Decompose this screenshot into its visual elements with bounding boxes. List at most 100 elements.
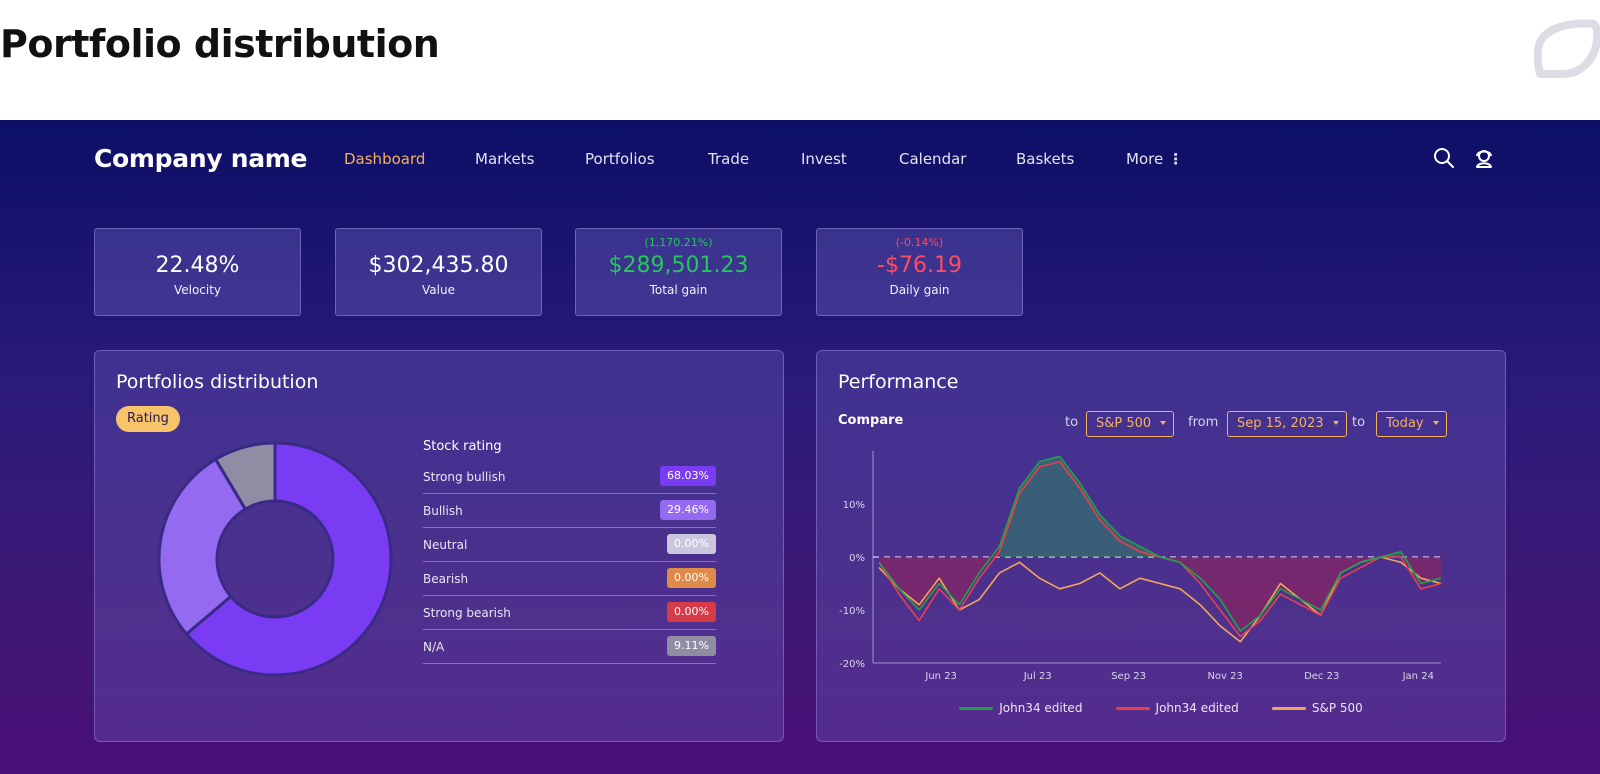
- legend-item[interactable]: John34 edited: [1115, 701, 1239, 715]
- rating-row-na: N/A 9.11%: [423, 630, 716, 664]
- rating-label: Strong bearish: [423, 606, 511, 620]
- caret-down-icon: [1332, 421, 1339, 425]
- legend-item[interactable]: John34 edited: [959, 701, 1082, 715]
- rating-label: Neutral: [423, 538, 468, 552]
- y-tick-label: 10%: [843, 500, 865, 511]
- x-tick-label: Jul 23: [1023, 671, 1052, 682]
- stat-card-velocity: 22.48% Velocity: [94, 228, 301, 316]
- search-icon[interactable]: [1432, 146, 1456, 170]
- nav-item-trade[interactable]: Trade: [708, 150, 749, 168]
- to-date-value: Today: [1386, 416, 1424, 431]
- stat-card-total-gain: (1,170.21%) $289,501.23 Total gain: [575, 228, 782, 316]
- user-support-icon[interactable]: [1472, 146, 1496, 170]
- legend-swatch: [1271, 707, 1306, 710]
- performance-line-chart: 10% 0% -10% -20% Jun 23 Jul 23 Sep 23 Nov 23 Dec…: [839, 451, 1442, 682]
- brand-logo-icon: [1534, 19, 1600, 78]
- nav-more-label: More: [1126, 150, 1164, 168]
- portfolios-distribution-panel: Portfolios distribution Rating Stock rat…: [94, 350, 784, 742]
- stat-change: (-0.14%): [895, 236, 944, 249]
- y-tick-label: -10%: [839, 606, 865, 617]
- x-tick-label: Dec 23: [1304, 671, 1339, 682]
- performance-area-segment: [939, 557, 960, 605]
- chart-legend: John34 edited John34 edited S&P 500: [817, 697, 1505, 717]
- caret-down-icon: [1160, 421, 1167, 425]
- rating-row-bearish: Bearish 0.00%: [423, 562, 716, 596]
- rating-label: N/A: [423, 640, 445, 654]
- from-date-select[interactable]: Sep 15, 2023: [1227, 411, 1347, 437]
- y-tick-label: 0%: [849, 553, 865, 564]
- page-header: Portfolio distribution: [0, 0, 1600, 120]
- dashboard-app: Company name Dashboard Markets Portfolio…: [0, 120, 1600, 774]
- stat-card-value: $302,435.80 Value: [335, 228, 542, 316]
- from-label: from: [1188, 415, 1219, 430]
- rating-label: Bullish: [423, 504, 463, 518]
- rating-row-strong-bullish: Strong bullish 68.03%: [423, 460, 716, 494]
- legend-label: John34 edited: [999, 701, 1083, 715]
- nav-item-more[interactable]: More ⋮: [1126, 150, 1183, 168]
- series-line-john34-red: [878, 460, 1442, 638]
- performance-area-segment: [1039, 456, 1060, 557]
- stat-value: 22.48%: [155, 253, 240, 278]
- performance-area-segment: [1099, 514, 1120, 557]
- benchmark-value: S&P 500: [1096, 416, 1152, 431]
- rating-badge: 0.00%: [667, 534, 716, 554]
- nav-item-baskets[interactable]: Baskets: [1016, 150, 1074, 168]
- stat-label: Daily gain: [889, 283, 950, 297]
- rating-row-neutral: Neutral 0.00%: [423, 528, 716, 562]
- nav-item-calendar[interactable]: Calendar: [899, 150, 966, 168]
- rating-badge: 0.00%: [667, 568, 716, 588]
- stock-rating-table: Stock rating Strong bullish 68.03% Bulli…: [423, 439, 716, 664]
- y-tick-label: -20%: [839, 659, 865, 670]
- performance-area-segment: [1200, 557, 1221, 600]
- nav-item-dashboard[interactable]: Dashboard: [344, 150, 425, 168]
- rating-label: Strong bullish: [423, 470, 506, 484]
- benchmark-select[interactable]: S&P 500: [1086, 411, 1175, 437]
- nav-item-invest[interactable]: Invest: [801, 150, 847, 168]
- legend-swatch: [959, 707, 994, 710]
- to-date-select[interactable]: Today: [1376, 411, 1447, 437]
- distribution-donut-chart: [157, 441, 393, 677]
- x-tick-label: Jun 23: [924, 671, 957, 682]
- rating-badge: 0.00%: [667, 602, 716, 622]
- stat-value: $289,501.23: [608, 253, 749, 278]
- rating-badge: 29.46%: [660, 500, 716, 520]
- performance-area-segment: [1280, 557, 1301, 600]
- stat-value: -$76.19: [877, 253, 962, 278]
- x-tick-label: Sep 23: [1111, 671, 1146, 682]
- stat-label: Total gain: [649, 283, 708, 297]
- panel-title: Portfolios distribution: [116, 371, 319, 393]
- x-tick-label: Nov 23: [1207, 671, 1242, 682]
- stat-label: Velocity: [173, 283, 222, 297]
- stat-value: $302,435.80: [368, 253, 509, 278]
- rating-row-bullish: Bullish 29.46%: [423, 494, 716, 528]
- compare-label: Compare: [838, 413, 904, 428]
- panel-title: Performance: [838, 371, 959, 393]
- rating-badge: 68.03%: [660, 466, 716, 486]
- top-navigation: Company name Dashboard Markets Portfolio…: [94, 142, 1504, 178]
- performance-panel: Performance Compare to S&P 500 from Sep …: [816, 350, 1506, 742]
- legend-swatch: [1115, 707, 1150, 710]
- stock-rating-title: Stock rating: [423, 439, 502, 454]
- from-date-value: Sep 15, 2023: [1237, 416, 1324, 431]
- stat-change: (1,170.21%): [644, 236, 713, 249]
- company-logo[interactable]: Company name: [94, 144, 308, 173]
- to-label: to: [1065, 415, 1079, 430]
- rating-filter-button[interactable]: Rating: [116, 406, 180, 432]
- caret-down-icon: [1432, 421, 1439, 425]
- stat-label: Value: [422, 283, 455, 297]
- more-dots-icon: ⋮: [1168, 150, 1184, 168]
- stat-card-daily-gain: (-0.14%) -$76.19 Daily gain: [816, 228, 1023, 316]
- rating-badge: 9.11%: [667, 636, 716, 656]
- legend-label: S&P 500: [1311, 701, 1363, 715]
- performance-area-segment: [959, 557, 980, 605]
- performance-area-segment: [1059, 456, 1080, 557]
- performance-area-segment: [1220, 557, 1241, 632]
- nav-item-portfolios[interactable]: Portfolios: [585, 150, 655, 168]
- page-title: Portfolio distribution: [0, 22, 440, 66]
- nav-item-markets[interactable]: Markets: [475, 150, 534, 168]
- to-label-2: to: [1352, 415, 1366, 430]
- legend-label: John34 edited: [1155, 701, 1239, 715]
- x-tick-label: Jan 24: [1402, 671, 1434, 682]
- legend-item[interactable]: S&P 500: [1271, 701, 1363, 715]
- rating-label: Bearish: [423, 572, 469, 586]
